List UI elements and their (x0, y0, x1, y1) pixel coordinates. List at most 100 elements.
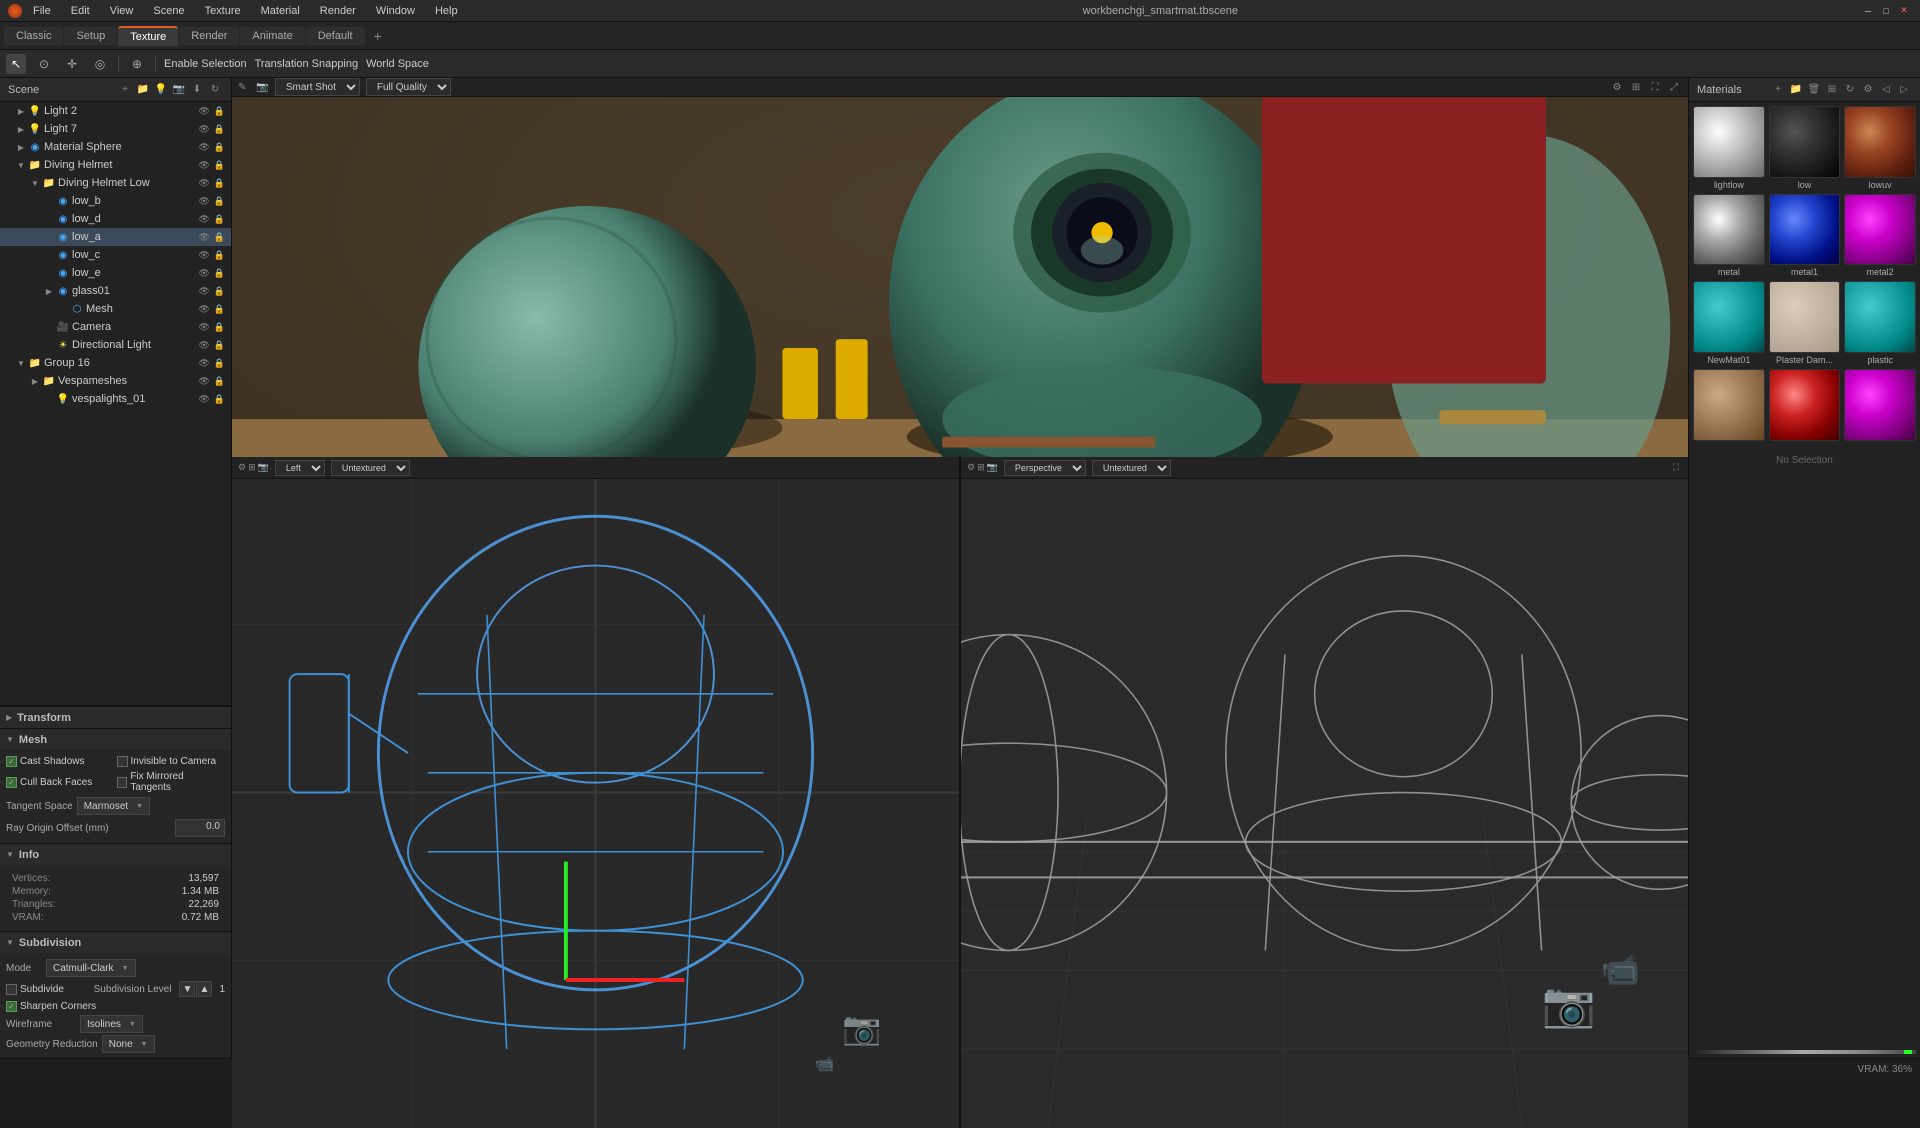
left-viewport[interactable]: ⚙ ⊞ 📷 Left Untextured (232, 457, 961, 1128)
scene-import-icon[interactable]: ⬇ (189, 82, 205, 98)
fix-mirrored-check[interactable]: Fix Mirrored Tangents (117, 771, 226, 793)
expand-directional-light[interactable] (42, 338, 56, 352)
eye-mesh[interactable]: 👁 (196, 304, 211, 315)
eye-vespalights01[interactable]: 👁 (196, 394, 211, 405)
orbit-tool-icon[interactable]: ◎ (90, 54, 110, 74)
persp-vp-fullscreen[interactable]: ⛶ (1673, 462, 1679, 473)
subdivision-level-down[interactable]: ▼ (179, 981, 195, 997)
mat-item-metal[interactable]: metal (1693, 194, 1765, 278)
left-render-select[interactable]: Untextured (331, 460, 410, 476)
menu-edit[interactable]: Edit (68, 4, 93, 18)
close-button[interactable]: ✕ (1896, 3, 1912, 19)
mat-add-icon[interactable]: + (1770, 82, 1786, 98)
cull-back-check[interactable]: Cull Back Faces (6, 771, 115, 793)
tree-item-diving-helmet[interactable]: ▼ 📁 Diving Helmet 👁 🔒 (0, 156, 231, 174)
lock-light2[interactable]: 🔒 (212, 106, 227, 117)
menu-scene[interactable]: Scene (150, 4, 187, 18)
mat-item-newmat01[interactable]: NewMat01 (1693, 281, 1765, 365)
mat-settings-icon[interactable]: ⚙ (1860, 82, 1876, 98)
expand-mesh[interactable] (56, 302, 70, 316)
left-vp-camera[interactable]: 📷 (258, 462, 269, 473)
mat-thumb-newmat01[interactable] (1693, 281, 1765, 353)
lock-mat-sphere[interactable]: 🔒 (212, 142, 227, 153)
tree-item-camera[interactable]: 🎥 Camera 👁 🔒 (0, 318, 231, 336)
scene-cam-icon[interactable]: 📷 (171, 82, 187, 98)
mat-item-metal2[interactable]: metal2 (1844, 194, 1916, 278)
subdivide-checkbox[interactable] (6, 984, 17, 995)
left-vp-split[interactable]: ⊞ (248, 462, 256, 473)
mesh-section-header[interactable]: ▼ Mesh (0, 728, 231, 750)
expand-low-b[interactable] (42, 194, 56, 208)
cast-shadows-check[interactable]: Cast Shadows (6, 756, 115, 767)
eye-diving-helmet[interactable]: 👁 (196, 160, 211, 171)
expand-diving-helmet[interactable]: ▼ (14, 158, 28, 172)
snap-icon[interactable]: ⊕ (127, 54, 147, 74)
tab-classic[interactable]: Classic (4, 27, 63, 45)
rotate-tool-icon[interactable]: ⊙ (34, 54, 54, 74)
eye-low-e[interactable]: 👁 (196, 268, 211, 279)
perspective-render-select[interactable]: Untextured (1092, 460, 1171, 476)
scene-light-icon[interactable]: 💡 (153, 82, 169, 98)
mat-folder-icon[interactable]: 📁 (1788, 82, 1804, 98)
tangent-space-select[interactable]: Marmoset (77, 797, 150, 815)
expand-low-a[interactable] (42, 230, 56, 244)
main-vp-edit-icon[interactable]: ✎ (238, 82, 246, 93)
persp-vp-camera[interactable]: 📷 (987, 462, 998, 473)
mat-thumb-metal[interactable] (1693, 194, 1765, 266)
vp-expand-icon[interactable]: ⤢ (1666, 79, 1682, 95)
expand-light7[interactable]: ▶ (14, 122, 28, 136)
expand-vespalights01[interactable] (42, 392, 56, 406)
menu-render[interactable]: Render (317, 4, 359, 18)
eye-group16[interactable]: 👁 (196, 358, 211, 369)
expand-vespameshes[interactable]: ▶ (28, 374, 42, 388)
menu-window[interactable]: Window (373, 4, 418, 18)
minimize-button[interactable]: ─ (1860, 3, 1876, 19)
lock-camera[interactable]: 🔒 (212, 322, 227, 333)
expand-low-d[interactable] (42, 212, 56, 226)
tree-item-low-a[interactable]: ◉ low_a 👁 🔒 (0, 228, 231, 246)
wireframe-select[interactable]: Isolines (80, 1015, 143, 1033)
subdivision-section-header[interactable]: ▼ Subdivision (0, 931, 231, 953)
lock-low-b[interactable]: 🔒 (212, 196, 227, 207)
expand-low-e[interactable] (42, 266, 56, 280)
lock-dhl[interactable]: 🔒 (212, 178, 227, 189)
eye-vespameshes[interactable]: 👁 (196, 376, 211, 387)
quality-select[interactable]: Full Quality (366, 78, 451, 96)
sharpen-corners-check[interactable]: Sharpen Corners (6, 999, 225, 1014)
expand-low-c[interactable] (42, 248, 56, 262)
mat-item-r1[interactable] (1693, 369, 1765, 443)
mat-thumb-r1[interactable] (1693, 369, 1765, 441)
expand-glass01[interactable]: ▶ (42, 284, 56, 298)
tab-setup[interactable]: Setup (64, 27, 117, 45)
eye-light2[interactable]: 👁 (196, 106, 211, 117)
eye-dhl[interactable]: 👁 (196, 178, 211, 189)
vp-fullscreen-icon[interactable]: ⛶ (1647, 79, 1663, 95)
scene-refresh-icon[interactable]: ↻ (207, 82, 223, 98)
scene-folder-icon[interactable]: 📁 (135, 82, 151, 98)
tree-item-vespalights01[interactable]: 💡 vespalights_01 👁 🔒 (0, 390, 231, 408)
tree-item-light7[interactable]: ▶ 💡 Light 7 👁 🔒 (0, 120, 231, 138)
subdivision-mode-select[interactable]: Catmull-Clark (46, 959, 136, 977)
main-3d-viewport[interactable] (232, 97, 1688, 457)
maximize-button[interactable]: □ (1878, 3, 1894, 19)
expand-diving-helmet-low[interactable]: ▼ (28, 176, 42, 190)
mat-thumb-low[interactable] (1769, 106, 1841, 178)
tab-texture[interactable]: Texture (118, 26, 178, 46)
lock-directional-light[interactable]: 🔒 (212, 340, 227, 351)
tree-item-low-b[interactable]: ◉ low_b 👁 🔒 (0, 192, 231, 210)
tree-item-light2[interactable]: ▶ 💡 Light 2 👁 🔒 (0, 102, 231, 120)
mat-copy-icon[interactable]: ⊞ (1824, 82, 1840, 98)
lock-low-c[interactable]: 🔒 (212, 250, 227, 261)
geo-reduction-select[interactable]: None (102, 1035, 155, 1053)
mat-extra-icon[interactable]: ▷ (1896, 82, 1912, 98)
expand-light2[interactable]: ▶ (14, 104, 28, 118)
mat-thumb-r3[interactable] (1844, 369, 1916, 441)
lock-light7[interactable]: 🔒 (212, 124, 227, 135)
mat-item-plaster[interactable]: Plaster Dam... (1769, 281, 1841, 365)
translation-snapping-label[interactable]: Translation Snapping (255, 58, 359, 70)
mat-thumb-r2[interactable] (1769, 369, 1841, 441)
mat-thumb-plastic[interactable] (1844, 281, 1916, 353)
menu-view[interactable]: View (107, 4, 137, 18)
mat-thumb-lowuv[interactable] (1844, 106, 1916, 178)
vp-settings-icon[interactable]: ⚙ (1609, 79, 1625, 95)
